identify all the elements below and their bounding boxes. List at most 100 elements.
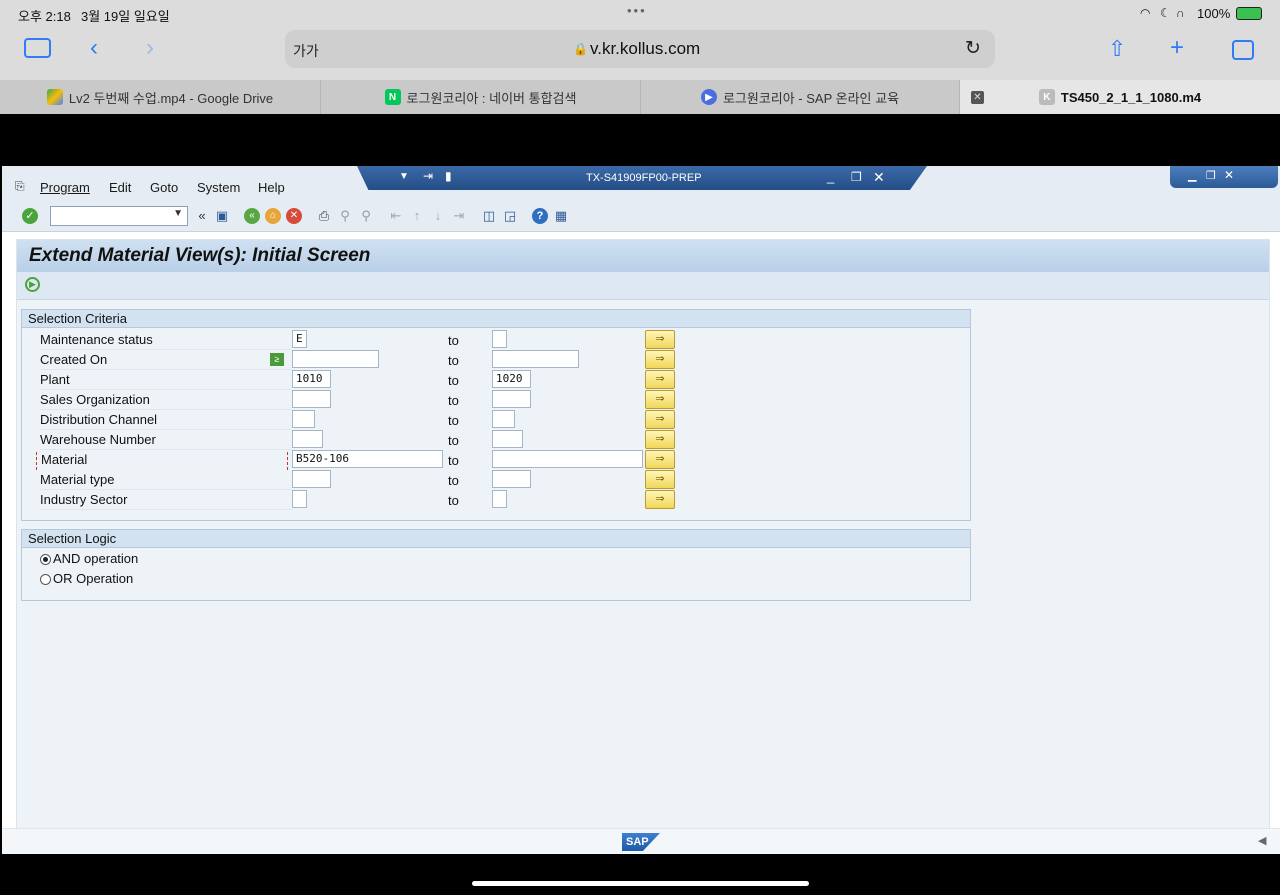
minimize-icon[interactable]: ▁ [1188,169,1196,182]
exit-icon[interactable]: ⌂ [265,208,281,224]
share-icon[interactable]: ⇧ [1108,36,1126,62]
material-type-from-input[interactable] [292,470,331,488]
find-icon[interactable]: ⚲ [337,208,353,224]
find-next-icon[interactable]: ⚲ [358,208,374,224]
status-date: 3월 19일 일요일 [81,9,170,24]
created-on-from-input[interactable] [292,350,379,368]
field-label: Sales Organization [40,392,292,410]
sap-logo: SAP [622,833,660,851]
maintenance-status-from-input[interactable]: E [292,330,307,348]
multiple-selection-button[interactable]: ⇒ [645,430,675,449]
standard-toolbar: ✓ ▼ « ▣ « ⌂ ✕ ⎙ ⚲ ⚲ ⇤ ↑ ↓ ⇥ ◫ ◲ ? ▦ [2,202,1280,232]
previous-page-icon[interactable]: ↑ [409,208,425,224]
menu-icon[interactable]: ⎘ [15,179,25,194]
distribution-channel-to-input[interactable] [492,410,515,428]
multiple-selection-button[interactable]: ⇒ [645,410,675,429]
enter-check-icon[interactable]: ✓ [22,208,38,224]
address-bar[interactable]: 가가 🔒 v.kr.kollus.com ↻ [285,30,995,68]
application-toolbar: ▶ [17,272,1269,300]
pin-icon[interactable]: ⇥ [423,169,433,183]
close-icon[interactable]: ✕ [873,169,885,186]
to-label: to [448,493,459,508]
tab-naver[interactable]: N 로그원코리아 : 네이버 통합검색 [321,80,641,114]
shortcut-icon[interactable]: ◲ [502,208,518,224]
menu-system[interactable]: System [197,180,240,195]
execute-icon[interactable]: ▶ [25,277,40,292]
tab-sap-education[interactable]: ▶ 로그원코리아 - SAP 온라인 교육 [641,80,960,114]
distribution-channel-from-input[interactable] [292,410,315,428]
double-left-icon[interactable]: « [194,208,210,224]
help-icon[interactable]: ? [532,208,548,224]
to-label: to [448,473,459,488]
customize-layout-icon[interactable]: ▦ [553,208,569,224]
save-icon[interactable]: ▣ [214,208,230,224]
reload-icon[interactable]: ↻ [965,37,981,60]
first-page-icon[interactable]: ⇤ [388,208,404,224]
menu-goto[interactable]: Goto [150,180,178,195]
new-tab-icon[interactable]: + [1170,34,1184,62]
tab-video[interactable]: ✕ K TS450_2_1_1_1080.m4 [960,80,1280,114]
back-icon[interactable]: « [244,208,260,224]
status-toggle-icon[interactable]: ◀ [1258,834,1266,847]
field-label: Plant [40,372,292,390]
criteria-row-industry-sector: Industry Sector to ⇒ [22,490,962,510]
industry-sector-from-input[interactable] [292,490,307,508]
multiple-selection-button[interactable]: ⇒ [645,390,675,409]
text-size-button[interactable]: 가가 [293,41,319,61]
plant-from-input[interactable]: 1010 [292,370,331,388]
material-type-to-input[interactable] [492,470,531,488]
back-icon[interactable]: ‹ [90,34,98,62]
restore-icon[interactable]: ❐ [851,170,862,184]
multiple-selection-button[interactable]: ⇒ [645,450,675,469]
warehouse-number-to-input[interactable] [492,430,523,448]
headphones-icon: ∩ [1176,6,1185,20]
field-label: Distribution Channel [40,412,292,430]
plant-to-input[interactable]: 1020 [492,370,531,388]
sales-org-from-input[interactable] [292,390,331,408]
menu-help[interactable]: Help [258,180,285,195]
close-icon[interactable]: ✕ [1224,168,1234,182]
home-indicator[interactable] [472,881,809,886]
cancel-icon[interactable]: ✕ [286,208,302,224]
chevron-down-icon[interactable]: ▼ [173,208,183,219]
sales-org-to-input[interactable] [492,390,531,408]
multiple-selection-button[interactable]: ⇒ [645,330,675,349]
criteria-row-material-type: Material type to ⇒ [22,470,962,490]
maintenance-status-to-input[interactable] [492,330,507,348]
created-on-to-input[interactable] [492,350,579,368]
to-label: to [448,333,459,348]
sidebar-icon[interactable] [24,38,51,58]
material-to-input[interactable] [492,450,643,468]
multiple-selection-button[interactable]: ⇒ [645,370,675,389]
warehouse-number-from-input[interactable] [292,430,323,448]
forward-icon[interactable]: › [146,34,154,62]
and-operation-radio[interactable] [40,554,51,565]
menu-program[interactable]: Program [40,180,90,195]
or-operation-radio[interactable] [40,574,51,585]
multiple-selection-button[interactable]: ⇒ [645,490,675,509]
to-label: to [448,453,459,468]
close-tab-icon[interactable]: ✕ [971,91,984,104]
selection-option-icon[interactable]: ≥ [270,353,284,366]
industry-sector-to-input[interactable] [492,490,507,508]
new-session-icon[interactable]: ◫ [481,208,497,224]
minimize-icon[interactable]: _ [827,169,834,184]
next-page-icon[interactable]: ↓ [430,208,446,224]
multiple-selection-button[interactable]: ⇒ [645,470,675,489]
menu-edit[interactable]: Edit [109,180,131,195]
tab-bar: Lv2 두번째 수업.mp4 - Google Drive N 로그원코리아 :… [0,80,1280,114]
and-operation-label[interactable]: AND operation [53,551,138,566]
or-operation-label[interactable]: OR Operation [53,571,133,586]
print-icon[interactable]: ⎙ [316,208,332,224]
command-field[interactable]: ▼ [50,206,188,226]
last-page-icon[interactable]: ⇥ [451,208,467,224]
multitask-dots[interactable]: ••• [627,3,647,18]
tabs-overview-icon[interactable] [1232,40,1254,60]
multiple-selection-button[interactable]: ⇒ [645,350,675,369]
tab-label: Lv2 두번째 수업.mp4 - Google Drive [68,90,274,106]
restore-icon[interactable]: ❐ [1206,169,1216,182]
tab-google-drive[interactable]: Lv2 두번째 수업.mp4 - Google Drive [0,80,321,114]
material-from-input[interactable]: B520-106 [292,450,443,468]
status-bar: 오후 2:18 3월 19일 일요일 ••• ◠ ☾ ∩ 100% [0,0,1280,28]
dropdown-icon[interactable]: ▼ [399,171,409,182]
